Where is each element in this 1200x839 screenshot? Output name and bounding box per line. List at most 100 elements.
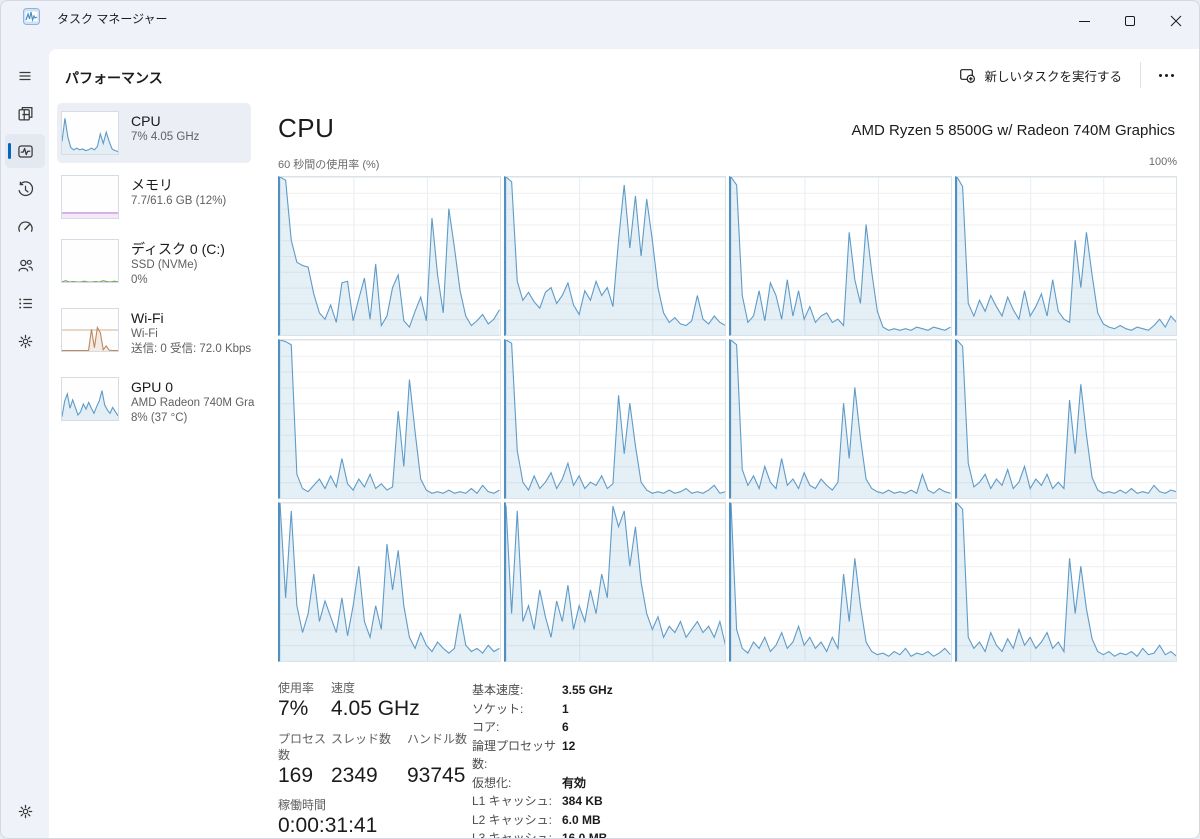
cpu-stats: 使用率 速度 7% 4.05 GHz プロセス数 スレッド数 ハンドル数 169… xyxy=(278,680,1177,839)
history-clock-icon xyxy=(17,180,33,196)
memory-mini-chart xyxy=(61,175,119,219)
window-title: タスク マネージャー xyxy=(57,12,168,26)
close-icon xyxy=(1170,15,1182,27)
page-title: パフォーマンス xyxy=(65,70,163,86)
cpu-core-chart-10 xyxy=(729,502,952,662)
nav-users[interactable] xyxy=(5,248,45,282)
nav-performance[interactable] xyxy=(5,134,45,168)
maximize-button[interactable] xyxy=(1107,1,1153,41)
stat-label: ハンドル数 xyxy=(407,731,468,746)
services-gear-icon xyxy=(18,334,32,348)
stat-label: ソケット: xyxy=(472,701,524,716)
ellipsis-icon xyxy=(1158,73,1162,77)
cpu-core-chart-0 xyxy=(278,176,501,336)
axis-label-left: 60 秒間の使用率 (%) xyxy=(278,159,380,171)
device-item-wifi[interactable]: Wi-Fi Wi-Fi 送信: 0 受信: 72.0 Kbps xyxy=(57,300,251,365)
device-title: CPU xyxy=(131,113,161,129)
cpu-chip-name: AMD Ryzen 5 8500G w/ Radeon 740M Graphic… xyxy=(851,122,1176,139)
gauge-icon xyxy=(17,220,33,232)
run-new-task-button[interactable]: 新しいタスクを実行する xyxy=(947,59,1134,92)
device-item-cpu[interactable]: CPU 7% 4.05 GHz xyxy=(57,103,251,163)
nav-startup-apps[interactable] xyxy=(5,210,45,244)
cpu-core-chart-5 xyxy=(503,339,726,499)
settings-button[interactable] xyxy=(5,794,45,828)
stat-label: スレッド数 xyxy=(331,731,392,746)
stat-label: 基本速度: xyxy=(472,683,524,697)
run-new-task-label: 新しいタスクを実行する xyxy=(984,69,1122,84)
stat-value-sockets: 1 xyxy=(562,701,569,716)
cpu-core-chart-7 xyxy=(954,339,1177,499)
stat-value-handles: 93745 xyxy=(407,763,466,787)
stat-label: L2 キャッシュ: xyxy=(472,812,553,827)
hamburger-icon xyxy=(19,71,31,81)
gpu-mini-chart xyxy=(61,377,119,421)
close-button[interactable] xyxy=(1153,1,1199,41)
cpu-panel: CPU AMD Ryzen 5 8500G w/ Radeon 740M Gra… xyxy=(278,111,1177,839)
task-manager-window: タスク マネージャー パフォーマンス 新しいタスクを実行する CPU 7% 4.… xyxy=(0,0,1200,839)
header-divider xyxy=(1140,62,1141,88)
device-sub: SSD (NVMe) xyxy=(131,259,198,271)
nav-processes[interactable] xyxy=(5,96,45,130)
stat-label: L1 キャッシュ: xyxy=(472,794,553,808)
stat-label: 論理プロセッサ数: xyxy=(472,738,557,772)
stat-value-virtualization: 有効 xyxy=(562,775,587,790)
stat-value-l3-cache: 16.0 MB xyxy=(562,831,608,839)
cpu-panel-title: CPU xyxy=(278,113,335,143)
device-title: メモリ xyxy=(131,177,173,193)
device-sub2: 0% xyxy=(131,274,148,286)
stat-value-processes: 169 xyxy=(278,763,314,787)
stat-value-speed: 4.05 GHz xyxy=(331,697,420,721)
cpu-core-chart-1 xyxy=(503,176,726,336)
nav-services[interactable] xyxy=(5,324,45,358)
navigation-rail xyxy=(1,49,49,838)
device-sub: 7.7/61.6 GB (12%) xyxy=(131,195,227,207)
cpu-core-chart-6 xyxy=(729,339,952,499)
nav-app-history[interactable] xyxy=(5,172,45,206)
stat-value-uptime: 0:00:31:41 xyxy=(278,814,378,838)
cpu-core-chart-2 xyxy=(729,176,952,336)
axis-label-right: 100% xyxy=(1148,156,1177,168)
nav-menu-button[interactable] xyxy=(5,59,45,93)
nav-details[interactable] xyxy=(5,286,45,320)
device-sub2: 送信: 0 受信: 72.0 Kbps xyxy=(131,343,252,355)
cpu-core-grid xyxy=(278,176,1177,662)
stat-value-base-speed: 3.55 GHz xyxy=(562,683,613,697)
cpu-core-chart-9 xyxy=(503,502,726,662)
stat-label: 仮想化: xyxy=(472,775,512,790)
stat-label: 使用率 xyxy=(278,681,315,695)
cpu-core-chart-8 xyxy=(278,502,501,662)
users-icon xyxy=(17,259,33,271)
stat-value-l1-cache: 384 KB xyxy=(562,794,603,808)
performance-icon xyxy=(17,144,33,158)
device-title: GPU 0 xyxy=(131,379,174,395)
stat-label: プロセス数 xyxy=(278,731,327,762)
more-options-button[interactable] xyxy=(1147,60,1185,90)
maximize-icon xyxy=(1125,16,1135,26)
device-title: Wi-Fi xyxy=(131,310,164,326)
disk-mini-chart xyxy=(61,239,119,283)
titlebar[interactable]: タスク マネージャー xyxy=(1,1,1199,49)
stat-value-threads: 2349 xyxy=(331,763,378,787)
performance-device-list: CPU 7% 4.05 GHz メモリ 7.7/61.6 GB (12%) ディ… xyxy=(57,103,254,438)
device-sub: 7% 4.05 GHz xyxy=(131,131,200,143)
stat-value-logical-processors: 12 xyxy=(562,738,576,753)
run-new-task-icon xyxy=(960,68,976,83)
stat-value-cores: 6 xyxy=(562,720,569,734)
device-item-gpu[interactable]: GPU 0 AMD Radeon 740M Gra 8% (37 °C) xyxy=(57,369,254,434)
page-header: パフォーマンス 新しいタスクを実行する xyxy=(49,49,1199,101)
settings-gear-icon xyxy=(18,804,32,818)
stat-label: コア: xyxy=(472,720,500,734)
device-item-memory[interactable]: メモリ 7.7/61.6 GB (12%) xyxy=(57,167,251,227)
minimize-button[interactable] xyxy=(1061,1,1107,41)
stat-value-l2-cache: 6.0 MB xyxy=(562,812,601,827)
minimize-icon xyxy=(1078,20,1090,22)
cpu-core-chart-3 xyxy=(954,176,1177,336)
device-item-disk[interactable]: ディスク 0 (C:) SSD (NVMe) 0% xyxy=(57,231,251,296)
stat-label: L3 キャッシュ: xyxy=(472,831,553,839)
cpu-core-chart-11 xyxy=(954,502,1177,662)
processes-icon xyxy=(17,106,33,121)
stat-label: 稼働時間 xyxy=(278,798,327,812)
device-sub2: 8% (37 °C) xyxy=(131,412,188,424)
cpu-stats-right: 基本速度: 3.55 GHz ソケット: 1 コア: 6 論理プロセッサ数: 12 仮想… xyxy=(472,680,613,839)
content-card: パフォーマンス 新しいタスクを実行する CPU 7% 4.05 GHz メモリ … xyxy=(49,49,1199,838)
